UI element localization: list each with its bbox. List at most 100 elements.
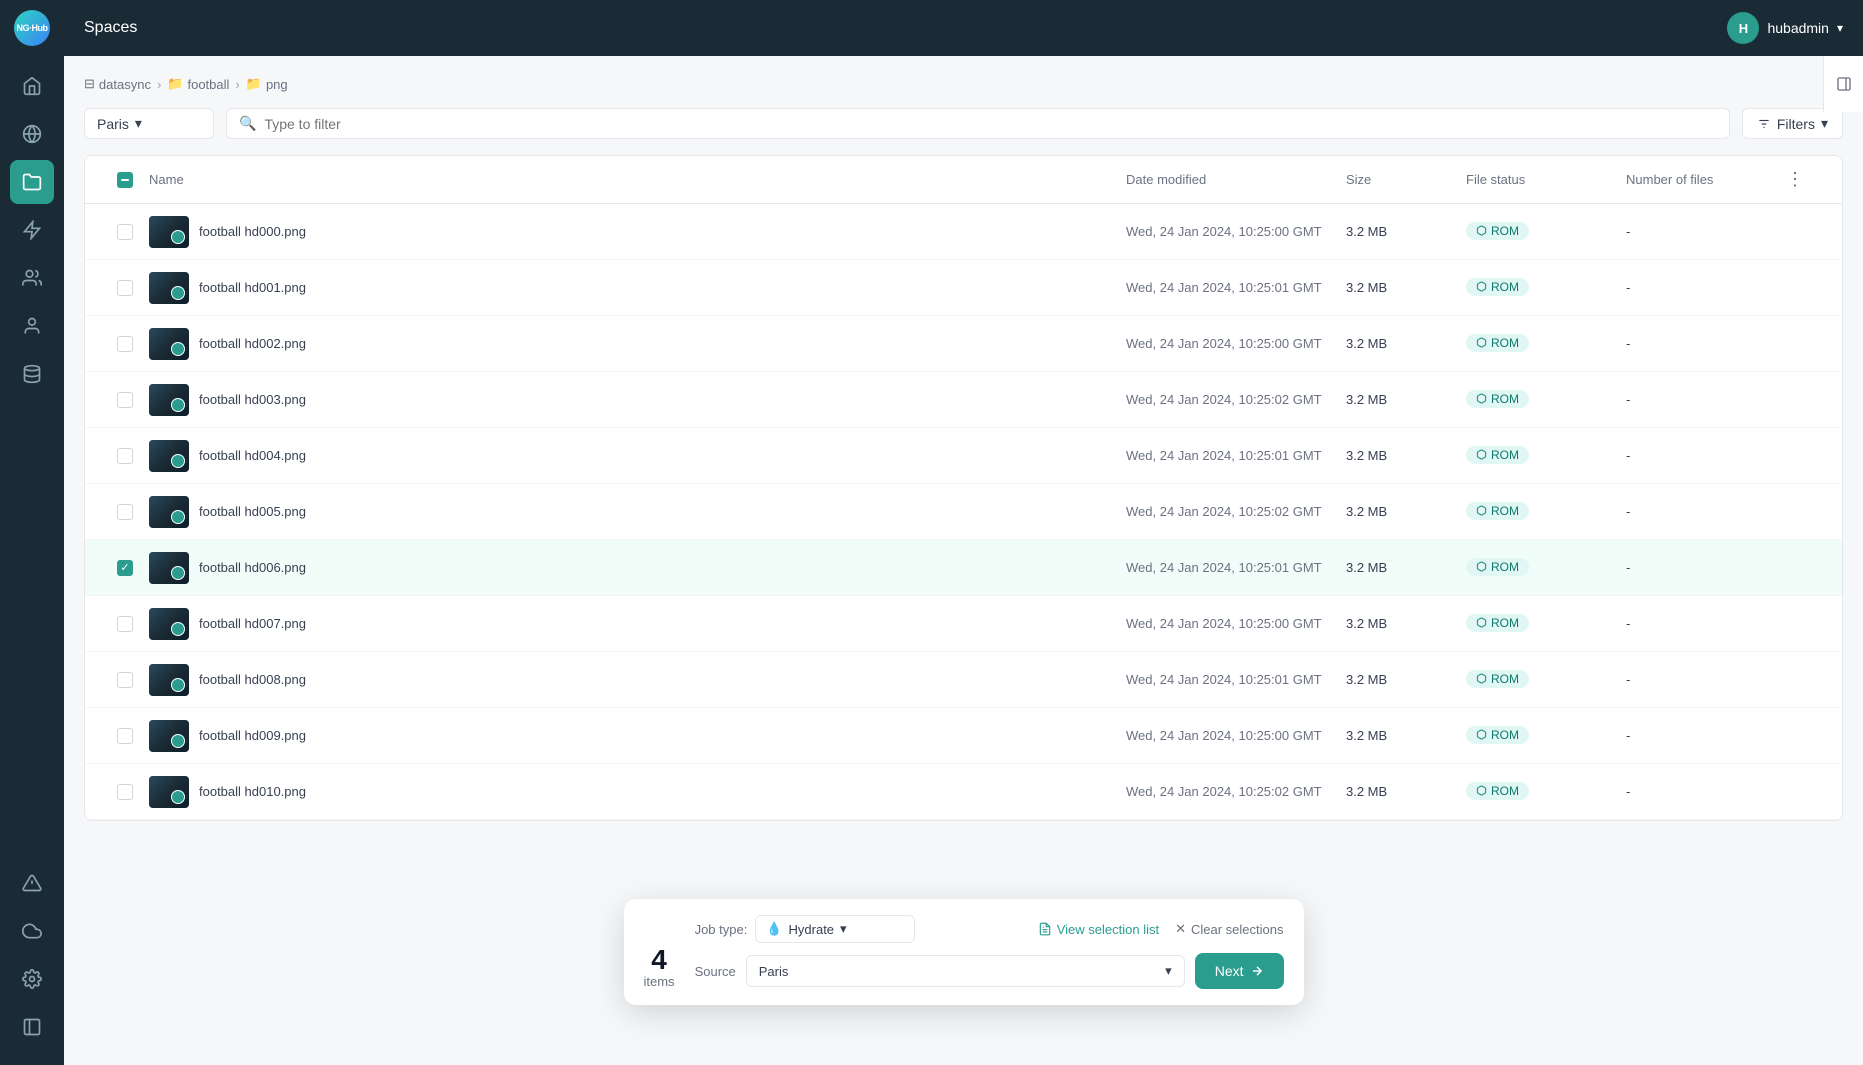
clear-selections-button[interactable]: ✕ Clear selections (1175, 921, 1283, 937)
location-value: Paris (97, 116, 129, 132)
file-thumbnail-9 (149, 720, 189, 752)
date-cell-9: Wed, 24 Jan 2024, 10:25:00 GMT (1126, 728, 1346, 743)
rom-icon-2 (1476, 337, 1487, 348)
source-label: Source (695, 964, 736, 979)
sidebar-item-home[interactable] (10, 64, 54, 108)
sidebar-item-lightning[interactable] (10, 208, 54, 252)
file-thumb-img-9 (149, 720, 189, 752)
checkbox-1[interactable] (117, 280, 133, 296)
breadcrumb-item-png[interactable]: 📁 png (246, 76, 288, 92)
sidebar-item-alert[interactable] (10, 861, 54, 905)
checkbox-7[interactable] (117, 616, 133, 632)
checkbox-2[interactable] (117, 336, 133, 352)
checkbox-8[interactable] (117, 672, 133, 688)
file-cell-8: football hd008.png (149, 664, 1126, 696)
sidebar-item-team[interactable] (10, 256, 54, 300)
rom-icon-5 (1476, 505, 1487, 516)
breadcrumb: ⊟ datasync › 📁 football › 📁 png (84, 76, 1843, 92)
sidebar-item-user[interactable] (10, 304, 54, 348)
breadcrumb-label-datasync: datasync (99, 77, 151, 92)
next-button[interactable]: Next (1195, 953, 1284, 989)
sidebar-item-storage[interactable] (10, 352, 54, 396)
checkbox-3[interactable] (117, 392, 133, 408)
file-thumbnail-5 (149, 496, 189, 528)
table-row: football hd009.png Wed, 24 Jan 2024, 10:… (85, 708, 1842, 764)
row-checkbox-8[interactable] (101, 672, 149, 688)
date-cell-8: Wed, 24 Jan 2024, 10:25:01 GMT (1126, 672, 1346, 687)
sidebar-item-settings[interactable] (10, 957, 54, 1001)
username-label: hubadmin (1767, 20, 1829, 36)
job-type-dropdown[interactable]: 💧 Hydrate ▾ (755, 915, 915, 943)
sidebar-item-panel[interactable] (10, 1005, 54, 1049)
row-checkbox-4[interactable] (101, 448, 149, 464)
file-thumb-img-2 (149, 328, 189, 360)
filters-chevron-icon: ▾ (1821, 115, 1828, 132)
action-bar-content: Job type: 💧 Hydrate ▾ View selection lis… (695, 915, 1284, 989)
date-cell-3: Wed, 24 Jan 2024, 10:25:02 GMT (1126, 392, 1346, 407)
rom-icon-8 (1476, 673, 1487, 684)
row-checkbox-7[interactable] (101, 616, 149, 632)
rom-icon-3 (1476, 393, 1487, 404)
checkbox-0[interactable] (117, 224, 133, 240)
file-thumb-img-6 (149, 552, 189, 584)
row-checkbox-0[interactable] (101, 224, 149, 240)
checkbox-10[interactable] (117, 784, 133, 800)
status-cell-1: ROM (1466, 278, 1626, 298)
status-badge-7: ROM (1466, 614, 1529, 632)
select-all-checkbox[interactable] (101, 172, 149, 188)
app-logo[interactable]: NG·Hub (0, 0, 64, 56)
files-count-7: - (1626, 616, 1786, 631)
count-number: 4 (651, 946, 667, 974)
checkbox-5[interactable] (117, 504, 133, 520)
root-icon: ⊟ (84, 76, 95, 92)
row-checkbox-1[interactable] (101, 280, 149, 296)
sidebar-item-globe[interactable] (10, 112, 54, 156)
view-selection-button[interactable]: View selection list (1038, 922, 1159, 937)
row-checkbox-3[interactable] (101, 392, 149, 408)
clear-icon: ✕ (1175, 921, 1186, 937)
source-row: Source Paris ▾ Next (695, 953, 1284, 989)
items-count-display: 4 items (644, 946, 675, 989)
file-cell-4: football hd004.png (149, 440, 1126, 472)
files-count-3: - (1626, 392, 1786, 407)
search-input[interactable] (264, 116, 1716, 132)
th-actions: ⋮ (1786, 169, 1826, 190)
table-row: football hd007.png Wed, 24 Jan 2024, 10:… (85, 596, 1842, 652)
filters-icon (1757, 117, 1771, 131)
row-checkbox-10[interactable] (101, 784, 149, 800)
rom-icon-4 (1476, 449, 1487, 460)
row-checkbox-2[interactable] (101, 336, 149, 352)
th-status: File status (1466, 172, 1626, 187)
row-checkbox-6[interactable] (101, 560, 149, 576)
table-row: football hd004.png Wed, 24 Jan 2024, 10:… (85, 428, 1842, 484)
date-cell-2: Wed, 24 Jan 2024, 10:25:00 GMT (1126, 336, 1346, 351)
checkbox-4[interactable] (117, 448, 133, 464)
source-dropdown[interactable]: Paris ▾ (746, 955, 1185, 987)
table-row: football hd005.png Wed, 24 Jan 2024, 10:… (85, 484, 1842, 540)
more-icon[interactable]: ⋮ (1786, 169, 1804, 189)
row-checkbox-5[interactable] (101, 504, 149, 520)
checkbox-9[interactable] (117, 728, 133, 744)
file-cell-5: football hd005.png (149, 496, 1126, 528)
view-selection-icon (1038, 922, 1052, 936)
table-row: football hd000.png Wed, 24 Jan 2024, 10:… (85, 204, 1842, 260)
file-name-5: football hd005.png (199, 504, 306, 519)
right-panel-toggle[interactable] (1823, 56, 1863, 112)
size-cell-5: 3.2 MB (1346, 504, 1466, 519)
file-name-1: football hd001.png (199, 280, 306, 295)
row-checkbox-9[interactable] (101, 728, 149, 744)
breadcrumb-separator-1: › (157, 77, 161, 92)
sidebar-nav (0, 56, 64, 404)
checkbox-6[interactable] (117, 560, 133, 576)
filters-button[interactable]: Filters ▾ (1742, 108, 1843, 139)
breadcrumb-item-football[interactable]: 📁 football (167, 76, 229, 92)
sidebar-item-cloud[interactable] (10, 909, 54, 953)
sidebar-item-spaces[interactable] (10, 160, 54, 204)
user-menu[interactable]: H hubadmin ▾ (1727, 12, 1843, 44)
status-badge-6: ROM (1466, 558, 1529, 576)
location-dropdown[interactable]: Paris ▾ (84, 108, 214, 139)
indeterminate-checkbox[interactable] (117, 172, 133, 188)
breadcrumb-item-datasync[interactable]: ⊟ datasync (84, 76, 151, 92)
file-thumbnail-3 (149, 384, 189, 416)
content-area: ⊟ datasync › 📁 football › 📁 png Paris ▾ … (64, 56, 1863, 1065)
